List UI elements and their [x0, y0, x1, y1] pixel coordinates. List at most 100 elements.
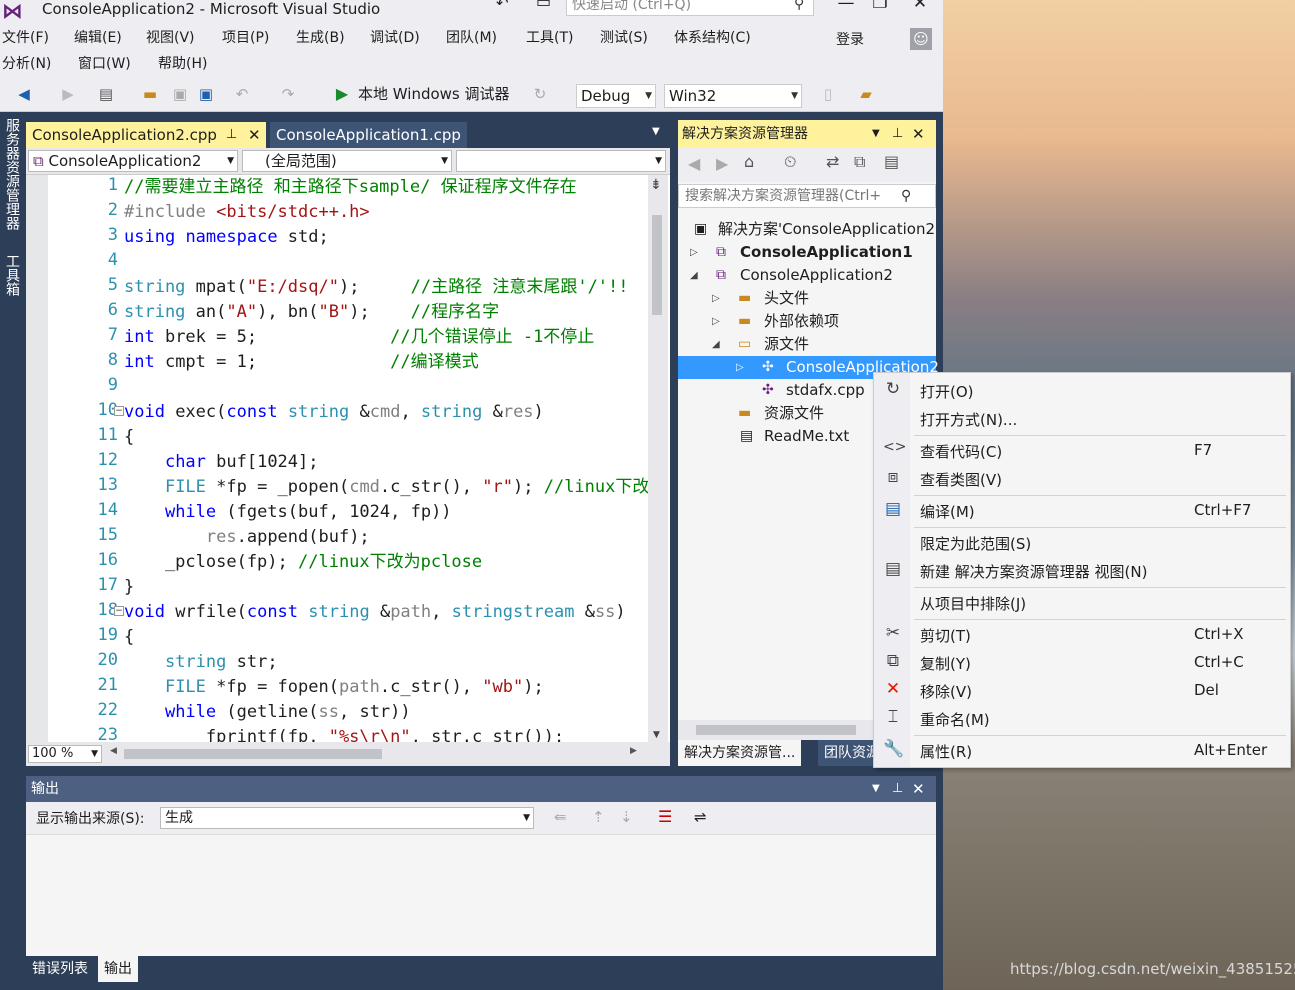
- minimize-button[interactable]: —: [830, 0, 862, 14]
- configuration-select[interactable]: Debug ▼: [576, 84, 656, 108]
- find-message-icon[interactable]: ⇚: [554, 808, 567, 826]
- member-nav-select[interactable]: ▼: [456, 150, 666, 172]
- ctx-properties[interactable]: 属性(R): [920, 741, 972, 762]
- next-message-icon[interactable]: ⇣: [620, 808, 633, 826]
- toolbox-tab[interactable]: 工具箱: [2, 254, 22, 296]
- maximize-button[interactable]: ❐: [864, 0, 896, 14]
- new-project-icon[interactable]: ▤: [96, 84, 116, 106]
- start-debug-button[interactable]: 本地 Windows 调试器: [358, 84, 528, 106]
- scroll-thumb[interactable]: [124, 749, 382, 759]
- ctx-remove[interactable]: 移除(V): [920, 681, 972, 702]
- ctx-scope-to-this[interactable]: 限定为此范围(S): [920, 533, 1031, 554]
- tree-item-project2[interactable]: ConsoleApplication2: [740, 264, 893, 287]
- menu-analyze[interactable]: 分析(N): [2, 52, 51, 76]
- prev-message-icon[interactable]: ⇡: [592, 808, 605, 826]
- home-icon[interactable]: ⌂: [744, 152, 754, 171]
- ctx-view-class-diagram[interactable]: 查看类图(V): [920, 469, 1002, 490]
- scroll-thumb[interactable]: [696, 725, 856, 735]
- sync-icon[interactable]: ⇄: [826, 152, 839, 171]
- redo-icon[interactable]: ↷: [278, 84, 298, 106]
- tree-item-headers[interactable]: 头文件: [764, 287, 809, 310]
- ctx-exclude-from-project[interactable]: 从项目中排除(J): [920, 593, 1026, 614]
- collapse-all-icon[interactable]: ⧉: [854, 152, 865, 172]
- editor-vertical-scrollbar[interactable]: ⇟ ▼: [648, 175, 668, 742]
- notification-flag-icon[interactable]: ↶: [496, 0, 509, 12]
- quick-launch-input[interactable]: 快速启动 (Ctrl+Q): [566, 0, 814, 16]
- ctx-view-code[interactable]: 查看代码(C): [920, 441, 1002, 462]
- tab-consoleapplication2-cpp[interactable]: ConsoleApplication2.cpp ⊥ ✕: [26, 122, 266, 148]
- feedback-icon[interactable]: ▭: [536, 0, 551, 11]
- close-icon[interactable]: ✕: [248, 122, 261, 148]
- ctx-new-explorer-view[interactable]: 新建 解决方案资源管理器 视图(N): [920, 561, 1147, 582]
- tab-overflow-icon[interactable]: ▼: [652, 126, 660, 137]
- show-all-files-icon[interactable]: ▤: [884, 152, 899, 171]
- avatar[interactable]: ☺: [910, 28, 932, 50]
- back-icon[interactable]: ◀: [14, 84, 34, 106]
- start-debug-icon[interactable]: ▶: [332, 84, 352, 106]
- solution-search-input[interactable]: 搜索解决方案资源管理器(Ctrl+ ⚲: [678, 184, 936, 208]
- server-explorer-tab[interactable]: 服务器资源管理器: [2, 118, 22, 230]
- menu-project[interactable]: 项目(P): [222, 26, 269, 50]
- undo-icon[interactable]: ↶: [232, 84, 252, 106]
- word-wrap-icon[interactable]: ⇌: [694, 808, 707, 826]
- back-icon[interactable]: ◀: [688, 154, 700, 173]
- panel-menu-icon[interactable]: ▼: [872, 120, 880, 148]
- ctx-compile[interactable]: 编译(M): [920, 501, 975, 522]
- output-text-area[interactable]: [26, 834, 936, 956]
- expand-icon[interactable]: ▷: [712, 310, 720, 333]
- menu-team[interactable]: 团队(M): [446, 26, 497, 50]
- ctx-copy[interactable]: 复制(Y): [920, 653, 971, 674]
- menu-debug[interactable]: 调试(D): [370, 26, 420, 50]
- open-file-icon[interactable]: ▬: [140, 84, 160, 106]
- forward-icon[interactable]: ▶: [716, 154, 728, 173]
- ctx-open[interactable]: 打开(O): [920, 381, 974, 402]
- zoom-select[interactable]: 100 % ▼: [28, 745, 102, 763]
- ctx-open-with[interactable]: 打开方式(N)...: [920, 409, 1017, 430]
- code-editor[interactable]: 1 2 3 4 5 6 7 8 9 10 11 12 13 14 15 16 17 18 19 20 21 22 23 − …: [26, 175, 670, 742]
- expand-icon[interactable]: ▷: [736, 356, 744, 379]
- menu-tools[interactable]: 工具(T): [526, 26, 573, 50]
- menu-edit[interactable]: 编辑(E): [74, 26, 122, 50]
- collapse-icon[interactable]: ◢: [690, 264, 698, 287]
- close-button[interactable]: ✕: [904, 0, 936, 14]
- refresh-icon[interactable]: ↻: [530, 84, 550, 106]
- pin-icon[interactable]: ⊥: [892, 120, 903, 148]
- expand-icon[interactable]: ▷: [712, 287, 720, 310]
- panel-menu-icon[interactable]: ▼: [872, 776, 880, 802]
- solution-explorer-icon[interactable]: ▰: [856, 84, 876, 106]
- pin-icon[interactable]: ⊥: [226, 122, 237, 148]
- tree-item-solution[interactable]: 解决方案'ConsoleApplication2: [718, 218, 935, 241]
- scope-nav-select[interactable]: (全局范围) ▼: [242, 150, 452, 172]
- save-all-icon[interactable]: ▣: [196, 84, 216, 106]
- tab-output[interactable]: 输出: [98, 956, 138, 982]
- clear-all-icon[interactable]: ☰: [658, 807, 672, 826]
- output-source-select[interactable]: 生成 ▼: [160, 807, 534, 829]
- code-area[interactable]: //需要建立主路径 和主路径下sample/ 保证程序文件存在 #include…: [122, 175, 648, 742]
- project-nav-select[interactable]: ⧉ ConsoleApplication2 ▼: [28, 150, 238, 172]
- menu-help[interactable]: 帮助(H): [158, 52, 207, 76]
- scroll-down-icon[interactable]: ▼: [653, 730, 660, 740]
- history-icon[interactable]: ⏲: [784, 152, 796, 172]
- tab-error-list[interactable]: 错误列表: [26, 956, 94, 982]
- split-icon[interactable]: ⇟: [650, 177, 662, 193]
- save-icon[interactable]: ▣: [170, 84, 190, 106]
- find-icon[interactable]: ▯: [818, 84, 838, 106]
- close-icon[interactable]: ✕: [912, 776, 925, 802]
- tree-item-readme[interactable]: ReadMe.txt: [764, 425, 849, 448]
- menu-window[interactable]: 窗口(W): [78, 52, 131, 76]
- tree-item-stdafx[interactable]: stdafx.cpp: [786, 379, 865, 402]
- menu-test[interactable]: 测试(S): [600, 26, 648, 50]
- expand-icon[interactable]: ▷: [690, 241, 698, 264]
- menu-file[interactable]: 文件(F): [2, 26, 49, 50]
- pin-icon[interactable]: ⊥: [892, 776, 903, 802]
- platform-select[interactable]: Win32 ▼: [664, 84, 802, 108]
- tree-item-external-deps[interactable]: 外部依赖项: [764, 310, 839, 333]
- tab-solution-explorer[interactable]: 解决方案资源管...: [678, 740, 802, 766]
- tree-item-resources[interactable]: 资源文件: [764, 402, 824, 425]
- ctx-rename[interactable]: 重命名(M): [920, 709, 990, 730]
- scroll-thumb[interactable]: [652, 215, 662, 315]
- scroll-right-icon[interactable]: ▶: [630, 746, 637, 756]
- menu-build[interactable]: 生成(B): [296, 26, 345, 50]
- tab-consoleapplication1-cpp[interactable]: ConsoleApplication1.cpp: [270, 122, 467, 148]
- scroll-left-icon[interactable]: ◀: [110, 746, 117, 756]
